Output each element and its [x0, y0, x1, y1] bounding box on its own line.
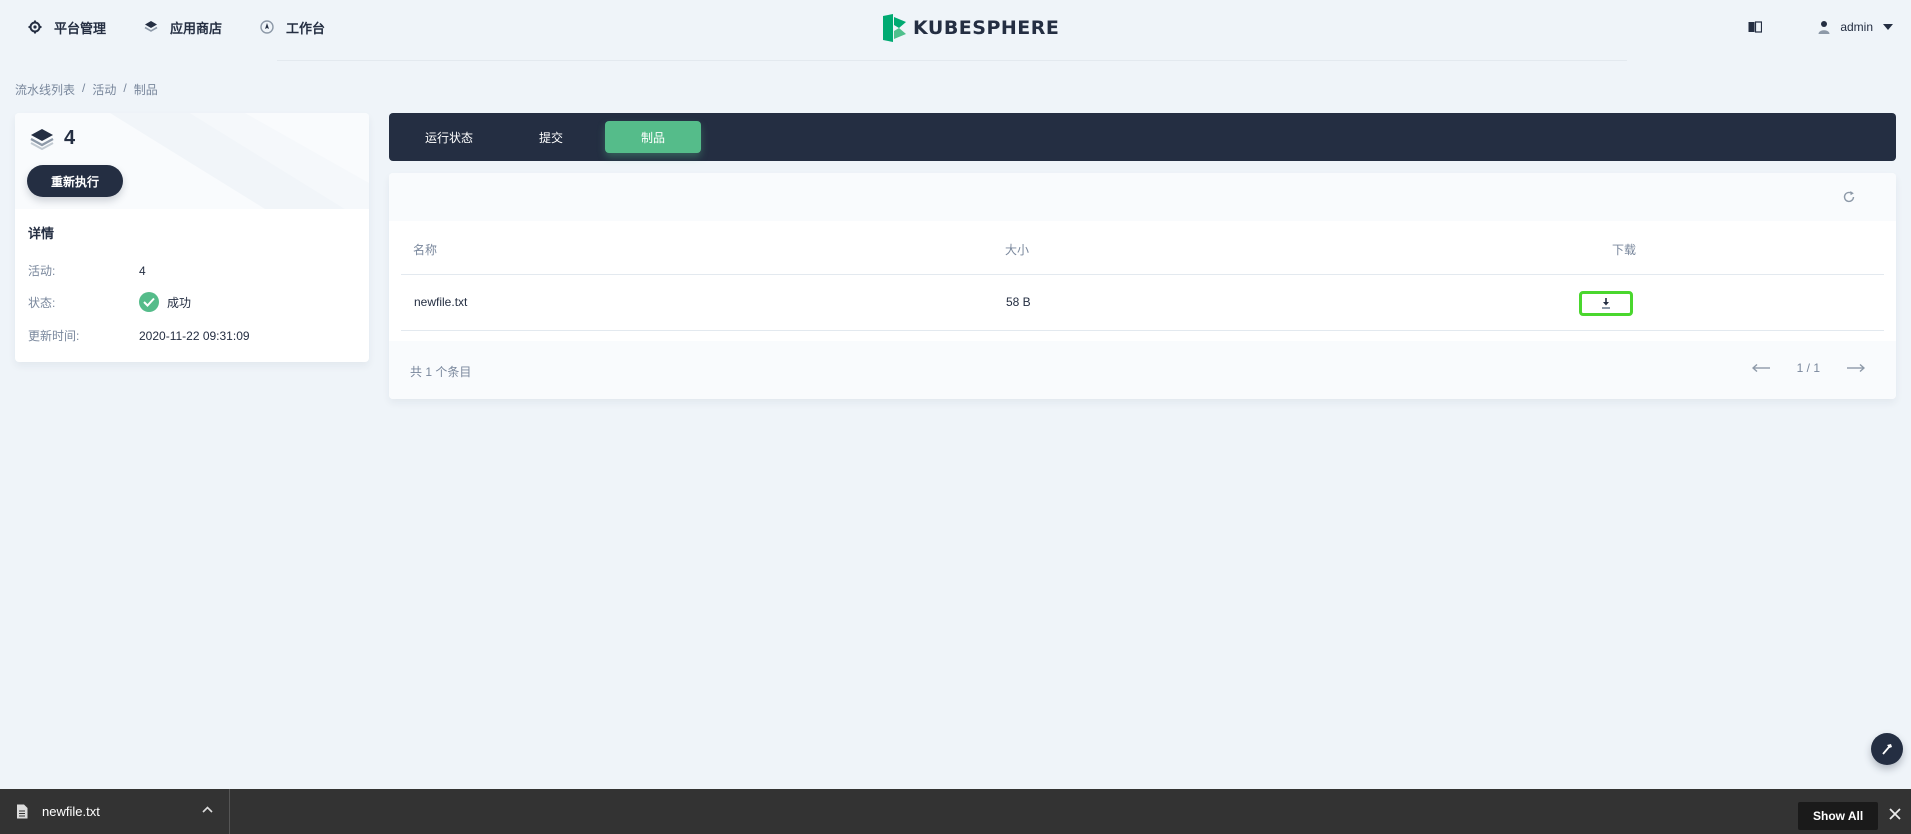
download-shelf: newfile.txt [0, 789, 1911, 834]
nav-item-workbench-label: 工作台 [286, 20, 326, 36]
table-footer: 共 1 个条目 1 / 1 [389, 341, 1896, 399]
breadcrumb-artifacts: 制品 [133, 83, 158, 97]
toolbox-button[interactable] [1871, 733, 1903, 765]
column-header-download: 下载 [1612, 243, 1637, 257]
file-icon [16, 804, 28, 819]
nav-item-workbench[interactable]: 工作台 [258, 17, 325, 37]
caret-down-icon [1883, 24, 1893, 30]
user-menu[interactable]: admin [1818, 20, 1893, 34]
detail-key: 状态: [28, 295, 56, 310]
downloaded-file-item[interactable]: newfile.txt [0, 789, 230, 834]
compass-icon [258, 18, 276, 36]
download-button[interactable] [1579, 291, 1633, 316]
detail-value: 4 [139, 263, 146, 278]
breadcrumb: 流水线列表 / 活动 / 制品 [15, 81, 158, 98]
kubesphere-logo[interactable]: KUBESPHERE [883, 14, 1059, 42]
hammer-icon [1880, 742, 1894, 756]
pagination: 1 / 1 [1751, 361, 1866, 375]
gear-icon [26, 18, 44, 36]
run-number: 4 [64, 127, 76, 149]
chevron-up-icon[interactable] [202, 806, 213, 813]
table-header: 名称 大小 下载 [401, 221, 1884, 275]
tab-bar: 运行状态 提交 制品 [389, 113, 1896, 161]
nav-item-app-store[interactable]: 应用商店 [142, 17, 222, 37]
nav-item-app-store-label: 应用商店 [170, 20, 223, 36]
detail-row-updated: 更新时间: 2020-11-22 09:31:09 [28, 327, 250, 344]
status-text: 成功 [167, 295, 192, 310]
page-indicator: 1 / 1 [1796, 361, 1820, 375]
tab-artifacts[interactable]: 制品 [605, 121, 702, 153]
next-page-arrow-icon[interactable] [1846, 364, 1866, 372]
download-icon [1600, 297, 1612, 310]
tab-commits[interactable]: 提交 [515, 121, 587, 153]
detail-value-status: 成功 [139, 292, 191, 312]
artifact-name: newfile.txt [414, 295, 468, 309]
refresh-icon[interactable] [1842, 190, 1856, 204]
close-icon[interactable] [1889, 808, 1901, 820]
nav-item-platform[interactable]: 平台管理 [26, 17, 106, 37]
show-all-button[interactable]: Show All [1798, 802, 1879, 830]
detail-value: 2020-11-22 09:31:09 [139, 328, 250, 343]
nav-left: 平台管理 应用商店 工作台 [26, 17, 361, 37]
detail-key: 活动: [28, 264, 56, 278]
run-title: 4 [30, 127, 75, 150]
artifacts-panel: 名称 大小 下载 newfile.txt 58 B 共 1 个条目 1 / 1 [389, 173, 1896, 399]
detail-key: 更新时间: [28, 329, 80, 343]
run-header: 4 重新执行 [15, 113, 369, 209]
kubesphere-logo-icon [883, 14, 907, 42]
nav-divider [277, 60, 1627, 61]
detail-row-activity: 活动: 4 [28, 262, 146, 279]
column-header-name: 名称 [413, 243, 438, 257]
table-row: newfile.txt 58 B [401, 275, 1884, 331]
nav-item-platform-label: 平台管理 [54, 20, 107, 36]
tab-run-status[interactable]: 运行状态 [401, 121, 497, 153]
artifact-size: 58 B [1006, 295, 1031, 309]
user-icon [1818, 20, 1830, 34]
logo-text: KUBESPHERE [913, 17, 1060, 39]
prev-page-arrow-icon[interactable] [1751, 364, 1771, 372]
run-detail-card: 4 重新执行 详情 活动: 4 状态: 成功 更新时间: 2020-11-22 … [15, 113, 369, 362]
detail-row-status: 状态: 成功 [28, 292, 191, 312]
total-count: 共 1 个条目 [410, 365, 472, 379]
rerun-button[interactable]: 重新执行 [27, 165, 124, 197]
stack-icon [30, 128, 54, 150]
breadcrumb-separator: / [82, 81, 86, 95]
column-header-size: 大小 [1005, 243, 1030, 257]
stack-icon [142, 18, 160, 36]
user-name: admin [1840, 20, 1873, 34]
nav-right: admin [1748, 17, 1893, 37]
panel-toolbar [389, 173, 1896, 221]
breadcrumb-activity[interactable]: 活动 [92, 81, 116, 98]
downloaded-file-name: newfile.txt [42, 804, 100, 819]
breadcrumb-separator: / [123, 81, 127, 95]
detail-title: 详情 [28, 226, 55, 241]
success-check-icon [139, 292, 159, 312]
breadcrumb-pipeline-list[interactable]: 流水线列表 [15, 81, 75, 98]
top-navigation: 平台管理 应用商店 工作台 KUBESPHERE admin [0, 0, 1911, 55]
document-icon[interactable] [1748, 21, 1763, 33]
